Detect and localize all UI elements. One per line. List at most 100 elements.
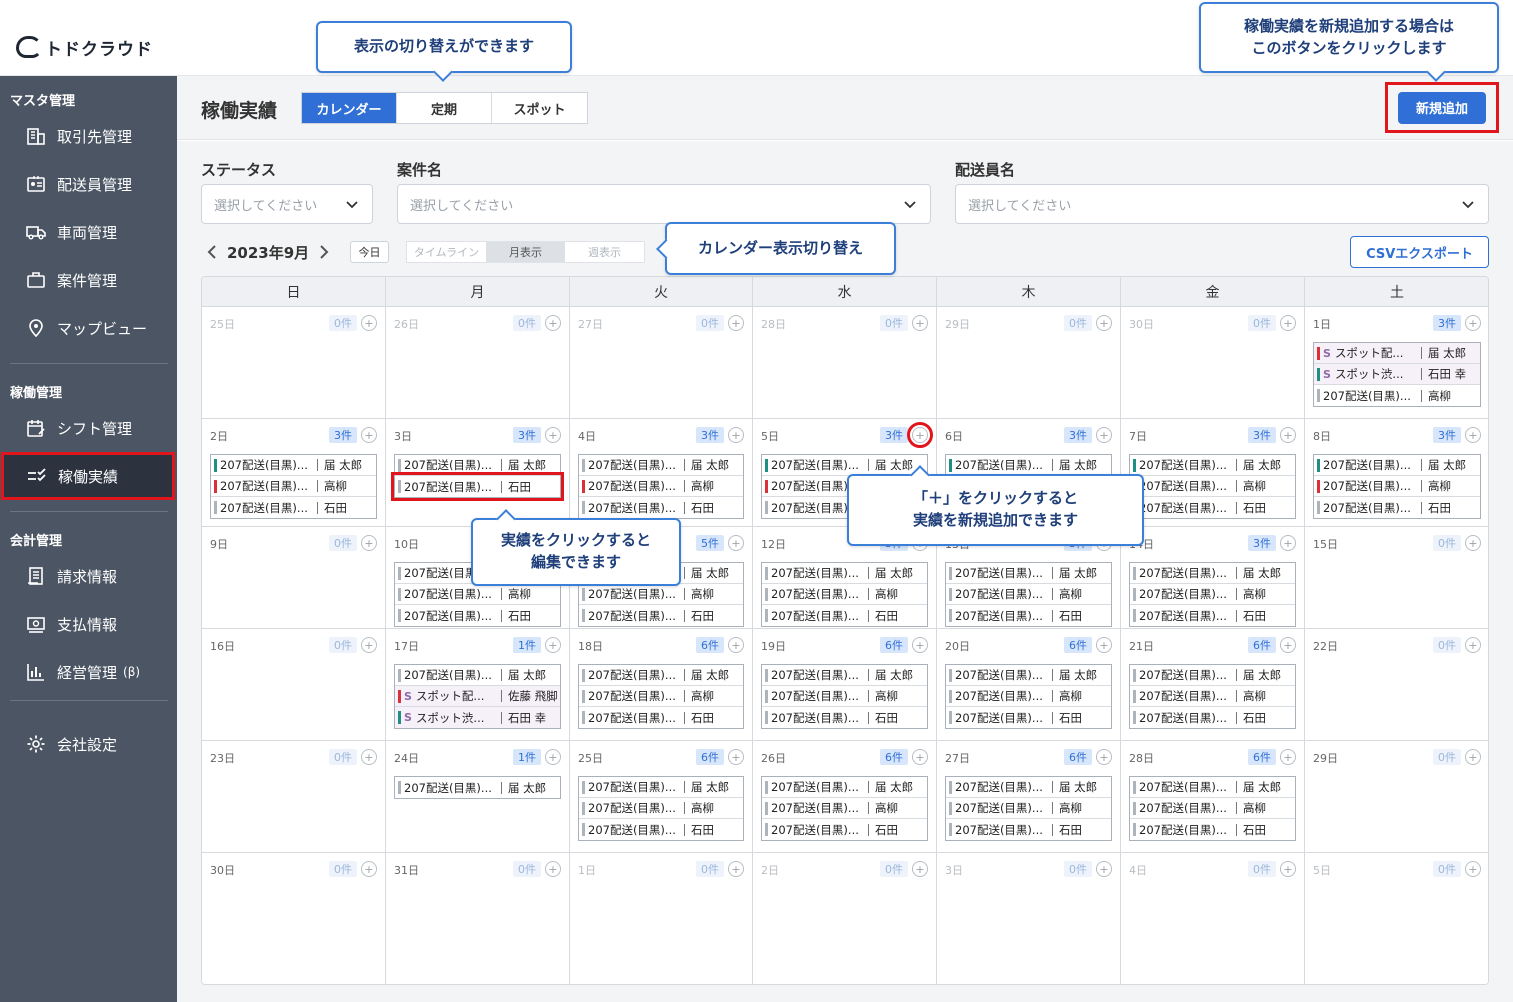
add-event-plus-icon[interactable]: +: [1465, 535, 1481, 551]
add-event-plus-icon[interactable]: +: [1096, 861, 1112, 877]
calendar-day-cell[interactable]: 8日 3件 +207配送(目黒)... 届 太郎 207配送(目黒)... 高柳 207配送…: [1305, 419, 1488, 527]
add-event-plus-icon[interactable]: +: [1465, 749, 1481, 765]
calendar-day-cell[interactable]: 29日 0件 +: [937, 307, 1121, 419]
calendar-day-cell[interactable]: 22日 0件 +: [1305, 629, 1488, 741]
event-item[interactable]: 207配送(目黒)...届 太郎: [1130, 777, 1295, 798]
sidebar-item[interactable]: 稼働実績: [1, 452, 175, 500]
calendar-day-cell[interactable]: 24日 1件 +207配送(目黒)... 届 太郎: [386, 741, 570, 853]
add-event-plus-icon[interactable]: +: [1096, 427, 1112, 443]
calendar-day-cell[interactable]: 28日 0件 +: [753, 307, 937, 419]
add-event-plus-icon[interactable]: +: [1465, 637, 1481, 653]
event-item[interactable]: S スポット渋... 石田 幸: [1314, 364, 1480, 385]
event-item[interactable]: 207配送(目黒)... 高柳: [1130, 584, 1295, 605]
event-item[interactable]: 207配送(目黒)...届 太郎: [946, 563, 1111, 584]
event-item[interactable]: 207配送(目黒)... 石田: [946, 605, 1111, 626]
calendar-day-cell[interactable]: 4日 0件 +: [1121, 853, 1305, 984]
sidebar-item[interactable]: 取引先管理: [0, 112, 177, 160]
event-item[interactable]: 207配送(目黒)... 石田: [1130, 819, 1295, 840]
calendar-day-cell[interactable]: 15日 0件 +: [1305, 527, 1488, 629]
event-item[interactable]: 207配送(目黒)...届 太郎: [1130, 455, 1295, 476]
sidebar-item[interactable]: 経営管理 (β): [0, 648, 177, 696]
event-item[interactable]: 207配送(目黒)... 高柳: [1130, 686, 1295, 707]
calendar-day-cell[interactable]: 14日3件+207配送(目黒)...届 太郎207配送(目黒)...高柳207配…: [1121, 527, 1305, 629]
add-event-plus-icon[interactable]: +: [545, 749, 561, 765]
event-item[interactable]: S スポット渋... 石田 幸: [395, 707, 560, 728]
range-tab[interactable]: タイムライン: [407, 242, 486, 262]
driver-select[interactable]: 選択してください: [955, 184, 1489, 224]
event-item[interactable]: 207配送(目黒)... 石田: [579, 819, 743, 840]
calendar-day-cell[interactable]: 26日 6件 +207配送(目黒)... 届 太郎 207配送(目黒)... 高柳 207配…: [753, 741, 937, 853]
chevron-left-icon[interactable]: [203, 243, 221, 261]
event-item[interactable]: 207配送(目黒)...届 太郎: [395, 455, 560, 476]
event-item[interactable]: 207配送(目黒)... 高柳: [579, 798, 743, 819]
range-tab[interactable]: 週表示: [565, 242, 644, 262]
calendar-day-cell[interactable]: 31日 0件 +: [386, 853, 570, 984]
event-item[interactable]: 207配送(目黒)...届 太郎: [762, 563, 927, 584]
event-item[interactable]: 207配送(目黒)... 高柳: [946, 584, 1111, 605]
add-event-plus-icon[interactable]: +: [1096, 315, 1112, 331]
sidebar-item[interactable]: 請求情報: [0, 552, 177, 600]
event-item[interactable]: 207配送(目黒)... 石田: [391, 472, 564, 501]
add-event-plus-icon[interactable]: +: [728, 535, 744, 551]
sidebar-item[interactable]: 車両管理: [0, 208, 177, 256]
event-item[interactable]: 207配送(目黒)... 高柳: [579, 584, 743, 605]
csv-export-button[interactable]: CSVエクスポート: [1350, 236, 1489, 268]
calendar-day-cell[interactable]: 9日 0件 +: [202, 527, 386, 629]
event-item[interactable]: 207配送(目黒)... 高柳: [946, 798, 1111, 819]
calendar-day-cell[interactable]: 2日 3件 +207配送(目黒)... 届 太郎 207配送(目黒)... 高柳 207配送…: [202, 419, 386, 527]
event-item[interactable]: 207配送(目黒)...届 太郎: [579, 665, 743, 686]
event-item[interactable]: 207配送(目黒)...届 太郎: [579, 777, 743, 798]
add-event-plus-icon[interactable]: +: [361, 535, 377, 551]
event-item[interactable]: 207配送(目黒)...届 太郎: [762, 665, 927, 686]
add-event-plus-icon[interactable]: +: [1280, 861, 1296, 877]
event-item[interactable]: 207配送(目黒)...届 太郎: [1314, 455, 1480, 476]
view-tab[interactable]: 定期: [397, 93, 492, 123]
event-item[interactable]: 207配送(目黒)... 高柳: [1130, 798, 1295, 819]
add-event-plus-icon[interactable]: +: [728, 749, 744, 765]
add-event-plus-icon[interactable]: +: [912, 861, 928, 877]
add-event-plus-icon[interactable]: +: [545, 637, 561, 653]
event-item[interactable]: 207配送(目黒)... 石田: [211, 497, 376, 518]
event-item[interactable]: 207配送(目黒)...届 太郎: [762, 777, 927, 798]
event-item[interactable]: 207配送(目黒)... 高柳: [946, 686, 1111, 707]
event-item[interactable]: 207配送(目黒)... 高柳: [211, 476, 376, 497]
add-event-plus-icon[interactable]: +: [912, 315, 928, 331]
calendar-day-cell[interactable]: 2日 0件 +: [753, 853, 937, 984]
add-event-plus-icon[interactable]: +: [1465, 861, 1481, 877]
calendar-day-cell[interactable]: 18日 6件 +207配送(目黒)... 届 太郎 207配送(目黒)... 高柳 207配…: [570, 629, 753, 741]
add-event-plus-icon[interactable]: +: [361, 637, 377, 653]
event-item[interactable]: 207配送(目黒)...届 太郎: [762, 455, 927, 476]
calendar-day-cell[interactable]: 28日 6件 +207配送(目黒)... 届 太郎 207配送(目黒)... 高柳 207配…: [1121, 741, 1305, 853]
case-select[interactable]: 選択してください: [397, 184, 931, 224]
event-item[interactable]: 207配送(目黒)...届 太郎: [946, 665, 1111, 686]
event-item[interactable]: 207配送(目黒)... 高柳: [1130, 476, 1295, 497]
calendar-day-cell[interactable]: 27日 0件 +: [570, 307, 753, 419]
add-event-plus-icon[interactable]: +: [1280, 315, 1296, 331]
event-item[interactable]: S スポット配... 届 太郎: [1314, 343, 1480, 364]
event-item[interactable]: 207配送(目黒)...届 太郎: [1130, 563, 1295, 584]
add-event-plus-icon[interactable]: +: [728, 861, 744, 877]
calendar-day-cell[interactable]: 30日 0件 +: [1121, 307, 1305, 419]
add-event-plus-icon[interactable]: +: [361, 749, 377, 765]
event-item[interactable]: 207配送(目黒)... 高柳: [1314, 476, 1480, 497]
event-item[interactable]: 207配送(目黒)...届 太郎: [395, 665, 560, 686]
add-event-plus-icon[interactable]: +: [1280, 535, 1296, 551]
status-select[interactable]: 選択してください: [201, 184, 373, 224]
calendar-day-cell[interactable]: 7日 3件 +207配送(目黒)... 届 太郎 207配送(目黒)... 高柳 207配送…: [1121, 419, 1305, 527]
calendar-day-cell[interactable]: 25日 6件 +207配送(目黒)... 届 太郎 207配送(目黒)... 高柳 207配…: [570, 741, 753, 853]
view-tab[interactable]: スポット: [492, 93, 587, 123]
today-button[interactable]: 今日: [350, 241, 389, 263]
calendar-day-cell[interactable]: 20日 6件 +207配送(目黒)... 届 太郎 207配送(目黒)... 高柳 207配…: [937, 629, 1121, 741]
event-item[interactable]: 207配送(目黒)... 石田: [579, 605, 743, 626]
event-item[interactable]: 207配送(目黒)...届 太郎: [211, 455, 376, 476]
add-event-plus-icon[interactable]: +: [1280, 749, 1296, 765]
sidebar-item[interactable]: マップビュー: [0, 304, 177, 352]
event-item[interactable]: 207配送(目黒)... 石田: [762, 605, 927, 626]
calendar-day-cell[interactable]: 16日 0件 +: [202, 629, 386, 741]
event-item[interactable]: 207配送(目黒)... 高柳: [762, 584, 927, 605]
calendar-day-cell[interactable]: 5日 0件 +: [1305, 853, 1488, 984]
add-event-plus-icon[interactable]: +: [361, 861, 377, 877]
app-logo[interactable]: トドクラウド: [16, 34, 153, 60]
event-item[interactable]: 207配送(目黒)... 高柳: [579, 686, 743, 707]
calendar-day-cell[interactable]: 3日 3件 +207配送(目黒)... 届 太郎 207配送(目黒)... 石田: [386, 419, 570, 527]
